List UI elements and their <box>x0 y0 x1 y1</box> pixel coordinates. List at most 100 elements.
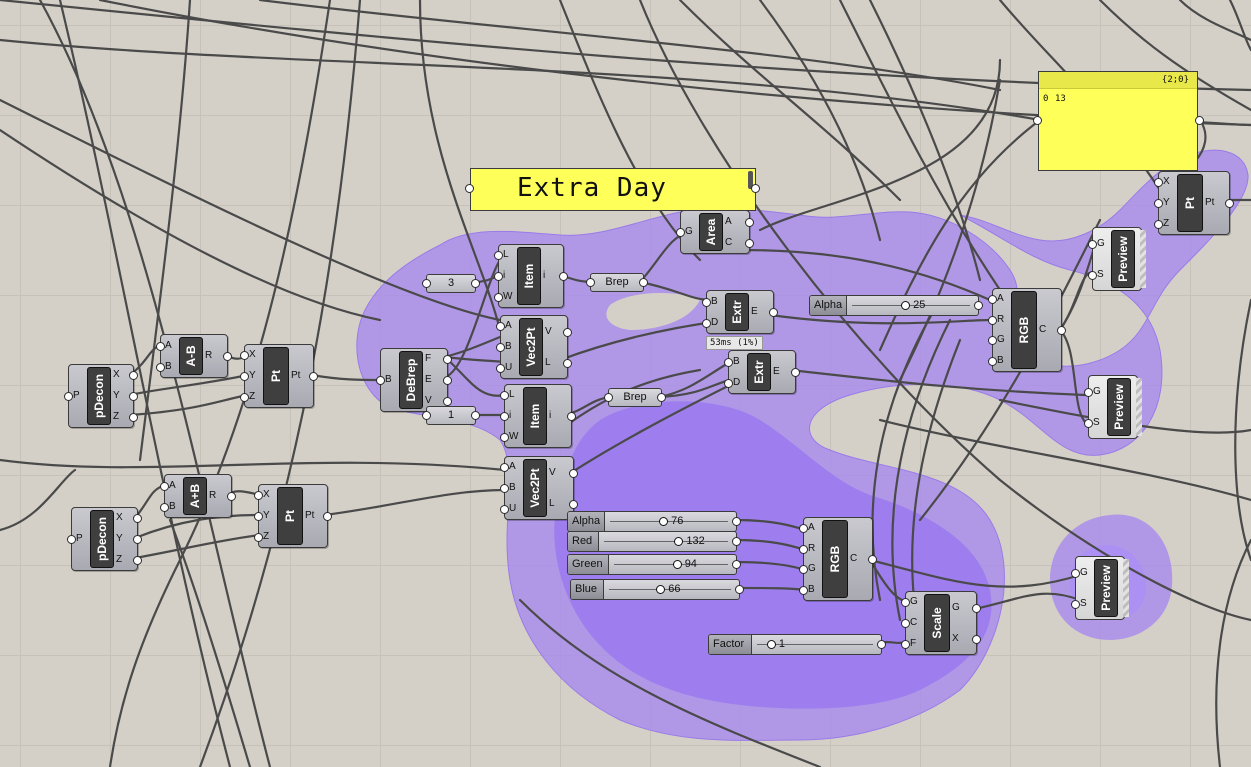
rgb1-input-0-grip[interactable] <box>988 295 997 305</box>
item1-input-1-grip[interactable] <box>494 272 503 281</box>
scale-output-1-grip[interactable] <box>972 634 981 644</box>
slider-green-track[interactable] <box>614 564 728 565</box>
rgb1-input-1-grip[interactable] <box>988 315 997 325</box>
slider-blue-knob[interactable] <box>656 585 666 594</box>
rgb2-input-2-grip[interactable] <box>799 565 808 575</box>
slider-factor-knob[interactable] <box>766 640 776 649</box>
minus-output-0-grip[interactable] <box>223 352 232 361</box>
slider-red[interactable]: Red 132 <box>567 531 737 552</box>
component-pt1[interactable]: Pt X Y Z Pt <box>240 344 318 408</box>
panel-output-grip[interactable] <box>1195 116 1204 125</box>
panel-input-grip[interactable] <box>1033 116 1042 125</box>
rgb2-input-1-grip[interactable] <box>799 544 808 554</box>
vec2pt1-input-2-grip[interactable] <box>496 363 505 373</box>
component-extr1[interactable]: Extr B D E <box>702 290 778 334</box>
param-num1-in-grip[interactable] <box>422 411 431 420</box>
slider-alpha_top-out-grip[interactable] <box>974 301 983 310</box>
pt3-input-0-grip[interactable] <box>1154 178 1163 188</box>
plus-input-1-grip[interactable] <box>160 502 169 512</box>
rgb2-input-0-grip[interactable] <box>799 524 808 534</box>
param-brep1-out-grip[interactable] <box>639 278 648 287</box>
slider-red-track[interactable] <box>604 541 728 542</box>
extr1-input-1-grip[interactable] <box>702 318 711 328</box>
pt2-output-0-grip[interactable] <box>323 512 332 521</box>
rgb1-output-0-grip[interactable] <box>1057 326 1066 335</box>
extr2-input-1-grip[interactable] <box>724 378 733 388</box>
component-pdecon1[interactable]: pDecon P X Y Z <box>64 364 138 428</box>
pt1-input-0-grip[interactable] <box>240 351 249 361</box>
extr2-output-0-grip[interactable] <box>791 368 800 377</box>
component-item1[interactable]: Item Li Wi <box>494 244 568 308</box>
data-panel[interactable]: {2;0} 0 13 <box>1038 71 1198 171</box>
vec2pt1-input-0-grip[interactable] <box>496 322 505 332</box>
preview3-input-1-grip[interactable] <box>1071 599 1080 609</box>
slider-red-knob[interactable] <box>674 537 684 546</box>
component-debrep[interactable]: DeBrep B F E V <box>376 348 452 412</box>
item2-input-2-grip[interactable] <box>500 432 509 442</box>
component-vec2pt2[interactable]: Vec2Pt A B U V L <box>500 456 578 520</box>
component-pt2[interactable]: Pt X Y Z Pt <box>254 484 332 548</box>
vec2pt1-output-1-grip[interactable] <box>563 358 572 368</box>
scale-input-1-grip[interactable] <box>901 619 910 628</box>
vec2pt2-input-0-grip[interactable] <box>500 463 509 473</box>
component-minus[interactable]: A-B A B R <box>156 334 232 378</box>
rgb2-input-3-grip[interactable] <box>799 585 808 595</box>
pt2-input-0-grip[interactable] <box>254 491 263 501</box>
slider-blue[interactable]: Blue 66 <box>570 579 740 600</box>
pdecon2-output-1-grip[interactable] <box>133 535 142 544</box>
plus-output-0-grip[interactable] <box>227 492 236 501</box>
component-pt3[interactable]: Pt X Y Z Pt <box>1154 171 1234 235</box>
param-num1[interactable]: 1 <box>426 406 476 425</box>
param-brep1-in-grip[interactable] <box>586 278 595 287</box>
scale-input-2-grip[interactable] <box>901 639 910 649</box>
plus-input-0-grip[interactable] <box>160 481 169 491</box>
slider-alpha_top-knob[interactable] <box>901 301 911 310</box>
param-brep2-out-grip[interactable] <box>657 393 666 402</box>
minus-input-1-grip[interactable] <box>156 362 165 372</box>
component-preview3[interactable]: Preview G S <box>1071 556 1129 620</box>
scale-input-0-grip[interactable] <box>901 598 910 608</box>
slider-green[interactable]: Green 94 <box>567 554 737 575</box>
param-num3[interactable]: 3 <box>426 274 476 293</box>
component-plus[interactable]: A+B A B R <box>160 474 236 518</box>
rgb2-output-0-grip[interactable] <box>868 555 877 564</box>
item2-input-0-grip[interactable] <box>500 391 509 401</box>
pt3-input-1-grip[interactable] <box>1154 199 1163 208</box>
debrep-input-0-grip[interactable] <box>376 376 385 385</box>
preview3-input-0-grip[interactable] <box>1071 568 1080 578</box>
scribble-left-grip[interactable] <box>465 184 474 193</box>
slider-blue-out-grip[interactable] <box>735 585 744 594</box>
minus-input-0-grip[interactable] <box>156 341 165 351</box>
component-preview1[interactable]: Preview G S <box>1088 227 1146 291</box>
param-brep2[interactable]: Brep <box>608 388 662 407</box>
preview1-input-0-grip[interactable] <box>1088 239 1097 249</box>
scale-output-0-grip[interactable] <box>972 603 981 613</box>
item2-input-1-grip[interactable] <box>500 412 509 421</box>
scribble-right-grip[interactable] <box>751 184 760 193</box>
component-area[interactable]: Area G A C <box>676 210 754 254</box>
pt1-output-0-grip[interactable] <box>309 372 318 381</box>
item1-output-0-grip[interactable] <box>559 272 568 281</box>
slider-alpha-knob[interactable] <box>659 517 669 526</box>
item1-input-2-grip[interactable] <box>494 292 503 302</box>
component-scale[interactable]: Scale G C F G X <box>901 591 981 655</box>
slider-alpha_top[interactable]: Alpha 25 <box>809 295 979 316</box>
item2-output-0-grip[interactable] <box>567 412 576 421</box>
extr2-input-0-grip[interactable] <box>724 357 733 367</box>
pt2-input-1-grip[interactable] <box>254 512 263 521</box>
area-output-0-grip[interactable] <box>745 217 754 227</box>
component-rgb2[interactable]: RGB A R G B C <box>799 517 877 601</box>
slider-alpha-out-grip[interactable] <box>732 517 741 526</box>
param-num1-out-grip[interactable] <box>471 411 480 420</box>
vec2pt2-input-1-grip[interactable] <box>500 484 509 493</box>
slider-factor[interactable]: Factor 1 <box>708 634 882 655</box>
param-brep1[interactable]: Brep <box>590 273 644 292</box>
param-num3-out-grip[interactable] <box>471 279 480 288</box>
rgb1-input-3-grip[interactable] <box>988 356 997 366</box>
component-item2[interactable]: Item Li Wi <box>500 384 576 448</box>
extr1-input-0-grip[interactable] <box>702 297 711 307</box>
vec2pt1-output-0-grip[interactable] <box>563 327 572 337</box>
debrep-output-1-grip[interactable] <box>443 376 452 385</box>
param-num3-in-grip[interactable] <box>422 279 431 288</box>
pdecon2-output-2-grip[interactable] <box>133 555 142 565</box>
